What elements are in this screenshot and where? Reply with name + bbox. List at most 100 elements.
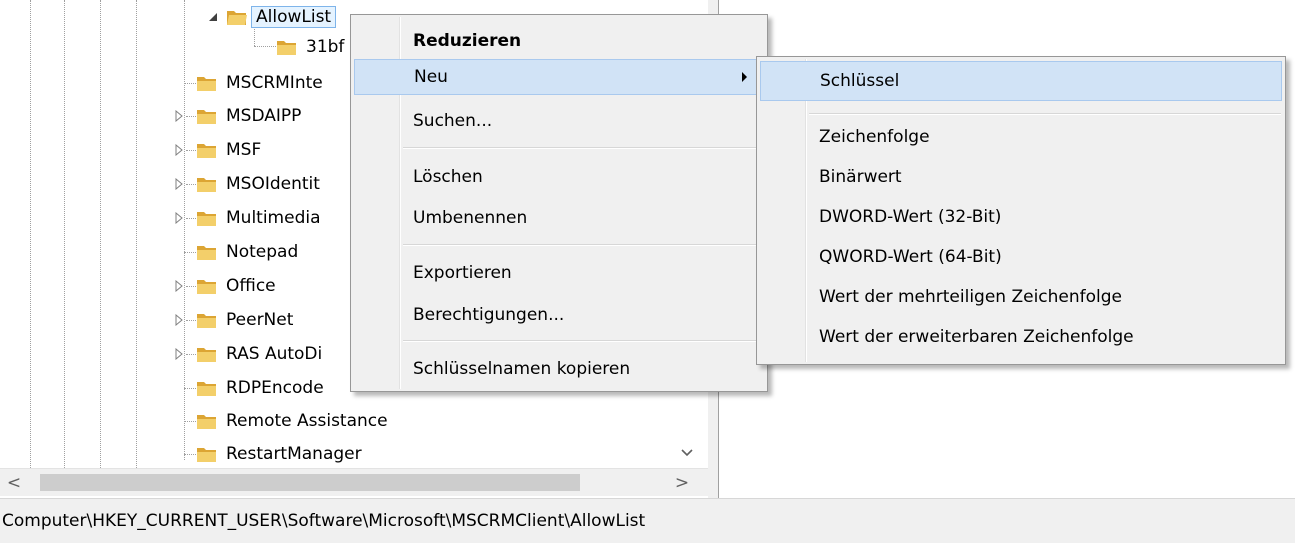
collapsed-triangle-icon[interactable] (172, 279, 186, 293)
menu-item-label: Exportieren (413, 263, 512, 283)
tree-item-label: RDPEncode (226, 378, 324, 398)
collapsed-triangle-icon[interactable] (172, 211, 186, 225)
tree-guide-line (186, 116, 196, 117)
menu-item-label: Reduzieren (413, 31, 522, 51)
menu-item-label: Berechtigungen... (413, 305, 565, 325)
tree-item-rdpencode[interactable]: RDPEncode (196, 373, 324, 403)
menu-item-schluesselnamen-kopieren[interactable]: Schlüsselnamen kopieren (354, 351, 764, 387)
tree-item-label: MSOIdentit (226, 174, 320, 194)
tree-item-msdaipp[interactable]: MSDAIPP (170, 101, 301, 131)
tree-item-multimedia[interactable]: Multimedia (170, 203, 321, 233)
tree-guide-line (254, 46, 276, 47)
folder-icon (196, 209, 218, 227)
tree-guide-line (184, 83, 196, 84)
menu-item-mehrteilige-zeichenfolge[interactable]: Wert der mehrteiligen Zeichenfolge (760, 279, 1282, 315)
folder-icon (196, 311, 218, 329)
menu-item-dword-wert[interactable]: DWORD-Wert (32-Bit) (760, 199, 1282, 235)
tree-item-label: Multimedia (226, 208, 321, 228)
folder-icon (196, 175, 218, 193)
tree-item-label: RestartManager (226, 444, 362, 464)
tree-item-label: 31bf (306, 37, 345, 57)
menu-item-label: DWORD-Wert (32-Bit) (819, 207, 1002, 227)
menu-item-label: Binärwert (819, 167, 902, 187)
menu-item-neu[interactable]: Neu (354, 59, 764, 95)
tree-guide-line (184, 421, 196, 422)
tree-item-label: MSCRMInte (226, 73, 323, 93)
tree-item-label: AllowList (251, 6, 337, 28)
folder-icon (196, 277, 218, 295)
menu-separator (403, 147, 763, 149)
status-bar: Computer\HKEY_CURRENT_USER\Software\Micr… (0, 498, 1295, 543)
expanded-triangle-icon[interactable] (206, 10, 220, 24)
tree-guide-line (184, 252, 196, 253)
menu-item-qword-wert[interactable]: QWORD-Wert (64-Bit) (760, 239, 1282, 275)
chevron-down-icon (681, 449, 693, 457)
tree-item-notepad[interactable]: Notepad (196, 237, 298, 267)
folder-icon (196, 74, 218, 92)
menu-item-zeichenfolge[interactable]: Zeichenfolge (760, 119, 1282, 155)
folder-icon (196, 141, 218, 159)
tree-guide-line (186, 218, 196, 219)
menu-item-label: Neu (414, 67, 448, 87)
tree-item-remote-assistance[interactable]: Remote Assistance (196, 406, 388, 436)
folder-icon (196, 379, 218, 397)
collapsed-triangle-icon[interactable] (172, 177, 186, 191)
tree-guide-line (186, 184, 196, 185)
folder-open-icon (226, 8, 248, 26)
tree-guide-line (30, 0, 31, 468)
menu-item-label: Wert der mehrteiligen Zeichenfolge (819, 287, 1123, 307)
tree-item-mscrminte[interactable]: MSCRMInte (196, 68, 323, 98)
menu-item-umbenennen[interactable]: Umbenennen (354, 200, 764, 236)
menu-item-reduzieren[interactable]: Reduzieren (354, 23, 764, 59)
folder-icon (196, 345, 218, 363)
tree-item-ras-autodi[interactable]: RAS AutoDi (170, 339, 322, 369)
collapsed-triangle-icon[interactable] (172, 347, 186, 361)
menu-separator (403, 244, 763, 246)
tree-item-31bf[interactable]: 31bf (276, 32, 344, 62)
menu-separator (403, 340, 763, 342)
folder-icon (196, 445, 218, 463)
tree-item-restartmanager[interactable]: RestartManager (196, 439, 362, 469)
tree-item-label: Notepad (226, 242, 299, 262)
tree-item-allowlist[interactable]: AllowList (200, 2, 337, 32)
tree-guide-line (136, 0, 137, 468)
horizontal-scrollbar[interactable]: < > (0, 468, 708, 496)
menu-item-schluessel[interactable]: Schlüssel (760, 61, 1282, 101)
tree-item-label: MSF (226, 140, 262, 160)
menu-item-loeschen[interactable]: Löschen (354, 159, 764, 195)
collapsed-triangle-icon[interactable] (172, 109, 186, 123)
tree-guide-line (184, 454, 196, 455)
menu-item-exportieren[interactable]: Exportieren (354, 255, 764, 291)
tree-item-office[interactable]: Office (170, 271, 276, 301)
new-submenu: Schlüssel Zeichenfolge Binärwert DWORD-W… (756, 56, 1286, 365)
tree-guide-line (186, 286, 196, 287)
scrollbar-thumb[interactable] (40, 474, 580, 491)
scroll-down-button[interactable] (676, 442, 698, 464)
menu-item-berechtigungen[interactable]: Berechtigungen... (354, 297, 764, 333)
tree-guide-line (184, 388, 196, 389)
folder-icon (196, 412, 218, 430)
tree-guide-line (186, 354, 196, 355)
menu-item-label: Zeichenfolge (819, 127, 930, 147)
tree-item-msf[interactable]: MSF (170, 135, 261, 165)
menu-item-label: Suchen... (413, 111, 493, 131)
menu-separator (809, 113, 1281, 115)
tree-item-label: Remote Assistance (226, 411, 388, 431)
tree-guide-line (100, 0, 101, 468)
scroll-left-button[interactable]: < (0, 469, 28, 496)
submenu-arrow-icon (742, 72, 747, 82)
menu-item-suchen[interactable]: Suchen... (354, 103, 764, 139)
menu-item-erweiterbare-zeichenfolge[interactable]: Wert der erweiterbaren Zeichenfolge (760, 319, 1282, 355)
chevron-right-icon: > (674, 472, 690, 493)
tree-guide-line (64, 0, 65, 468)
tree-item-msoidentit[interactable]: MSOIdentit (170, 169, 320, 199)
folder-icon (196, 107, 218, 125)
chevron-left-icon: < (6, 472, 22, 493)
menu-item-binaerwert[interactable]: Binärwert (760, 159, 1282, 195)
tree-item-peernet[interactable]: PeerNet (170, 305, 293, 335)
collapsed-triangle-icon[interactable] (172, 143, 186, 157)
folder-icon (196, 243, 218, 261)
collapsed-triangle-icon[interactable] (172, 313, 186, 327)
tree-item-label: PeerNet (226, 310, 294, 330)
scroll-right-button[interactable]: > (668, 469, 696, 496)
